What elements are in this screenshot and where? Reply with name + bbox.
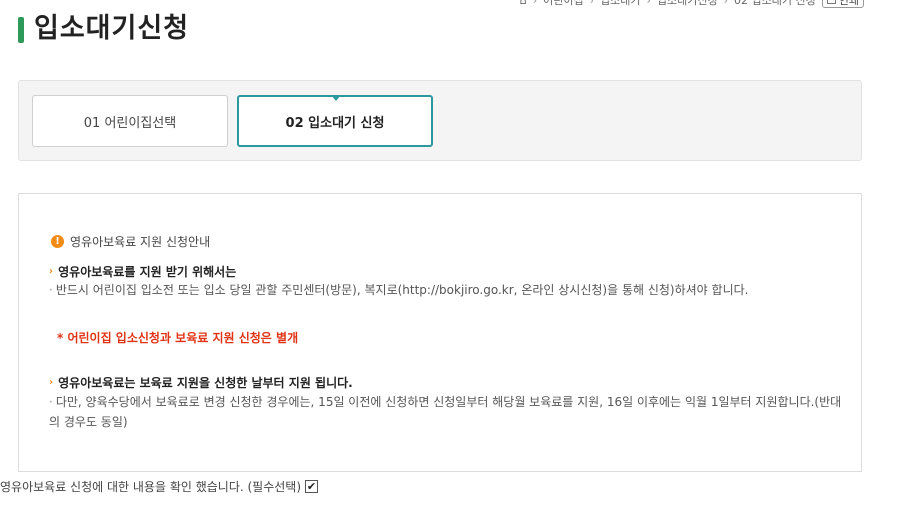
step-navigation: 01 어린이집선택 02 입소대기 신청: [18, 80, 862, 161]
confirm-checkbox[interactable]: ✔: [305, 480, 319, 493]
section2-title: › 영유아보육료는 보육료 지원을 신청한 날부터 지원 됩니다.: [49, 374, 353, 391]
print-button[interactable]: 인쇄: [821, 0, 864, 8]
breadcrumb-separator: ›: [723, 0, 729, 7]
breadcrumb: ⌂ › 어린이집 › 입소대기 › 입소대기신청 › 02 입소대기 신청 인쇄: [520, 0, 864, 9]
notice-heading: ! 영유아보육료 지원 신청안내: [51, 233, 210, 250]
confirm-row: 영유아보육료 신청에 대한 내용을 확인 했습니다. (필수선택) ✔: [0, 478, 319, 495]
print-label: 인쇄: [838, 0, 859, 7]
confirm-label: 영유아보육료 신청에 대한 내용을 확인 했습니다. (필수선택): [0, 480, 302, 494]
notice-panel: ! 영유아보육료 지원 신청안내 › 영유아보육료를 지원 받기 위해서는 · 반…: [18, 193, 862, 472]
step-label: 02 입소대기 신청: [285, 115, 385, 131]
bullet-marker-icon: ›: [49, 377, 54, 388]
section1-text: · 반드시 어린이집 입소전 또는 입소 당일 관할 주민센터(방문), 복지로(…: [49, 280, 849, 300]
bullet-dot: ·: [49, 395, 53, 409]
step-waitlist-apply[interactable]: 02 입소대기 신청: [237, 95, 433, 147]
bullet-dot: ·: [49, 283, 53, 297]
section2-title-text: 영유아보육료는 보육료 지원을 신청한 날부터 지원 됩니다.: [58, 376, 353, 390]
current-step-indicator: [331, 95, 341, 101]
breadcrumb-item-current: 02 입소대기 신청: [734, 0, 816, 7]
section2-text: · 다만, 양육수당에서 보육료로 변경 신청한 경우에는, 15일 이전에 신청…: [49, 392, 849, 432]
section2-body: 다만, 양육수당에서 보육료로 변경 신청한 경우에는, 15일 이전에 신청하…: [49, 395, 842, 429]
section1-title: › 영유아보육료를 지원 받기 위해서는: [49, 263, 236, 280]
section1-body: 반드시 어린이집 입소전 또는 입소 당일 관할 주민센터(방문), 복지로(h…: [55, 283, 749, 297]
section1-title-text: 영유아보육료를 지원 받기 위해서는: [58, 265, 237, 279]
page-title: 입소대기신청: [34, 13, 190, 44]
printer-icon: [826, 0, 836, 4]
step-label: 01 어린이집선택: [83, 115, 177, 131]
breadcrumb-item-childcare[interactable]: 어린이집: [543, 0, 583, 8]
bullet-marker-icon: ›: [49, 266, 54, 277]
breadcrumb-item-waitlist[interactable]: 입소대기: [600, 0, 640, 8]
title-accent-bar: [18, 17, 24, 43]
section1-highlight: * 어린이집 입소신청과 보육료 지원 신청은 별개: [57, 331, 299, 345]
home-icon[interactable]: ⌂: [520, 0, 527, 7]
breadcrumb-separator: ›: [589, 0, 594, 7]
breadcrumb-separator: ›: [646, 0, 651, 7]
alert-icon: !: [51, 235, 64, 248]
breadcrumb-separator: ›: [532, 0, 538, 7]
notice-heading-text: 영유아보육료 지원 신청안내: [70, 235, 211, 249]
step-select-daycare[interactable]: 01 어린이집선택: [32, 95, 228, 147]
breadcrumb-item-waitlist-apply[interactable]: 입소대기신청: [657, 0, 718, 8]
